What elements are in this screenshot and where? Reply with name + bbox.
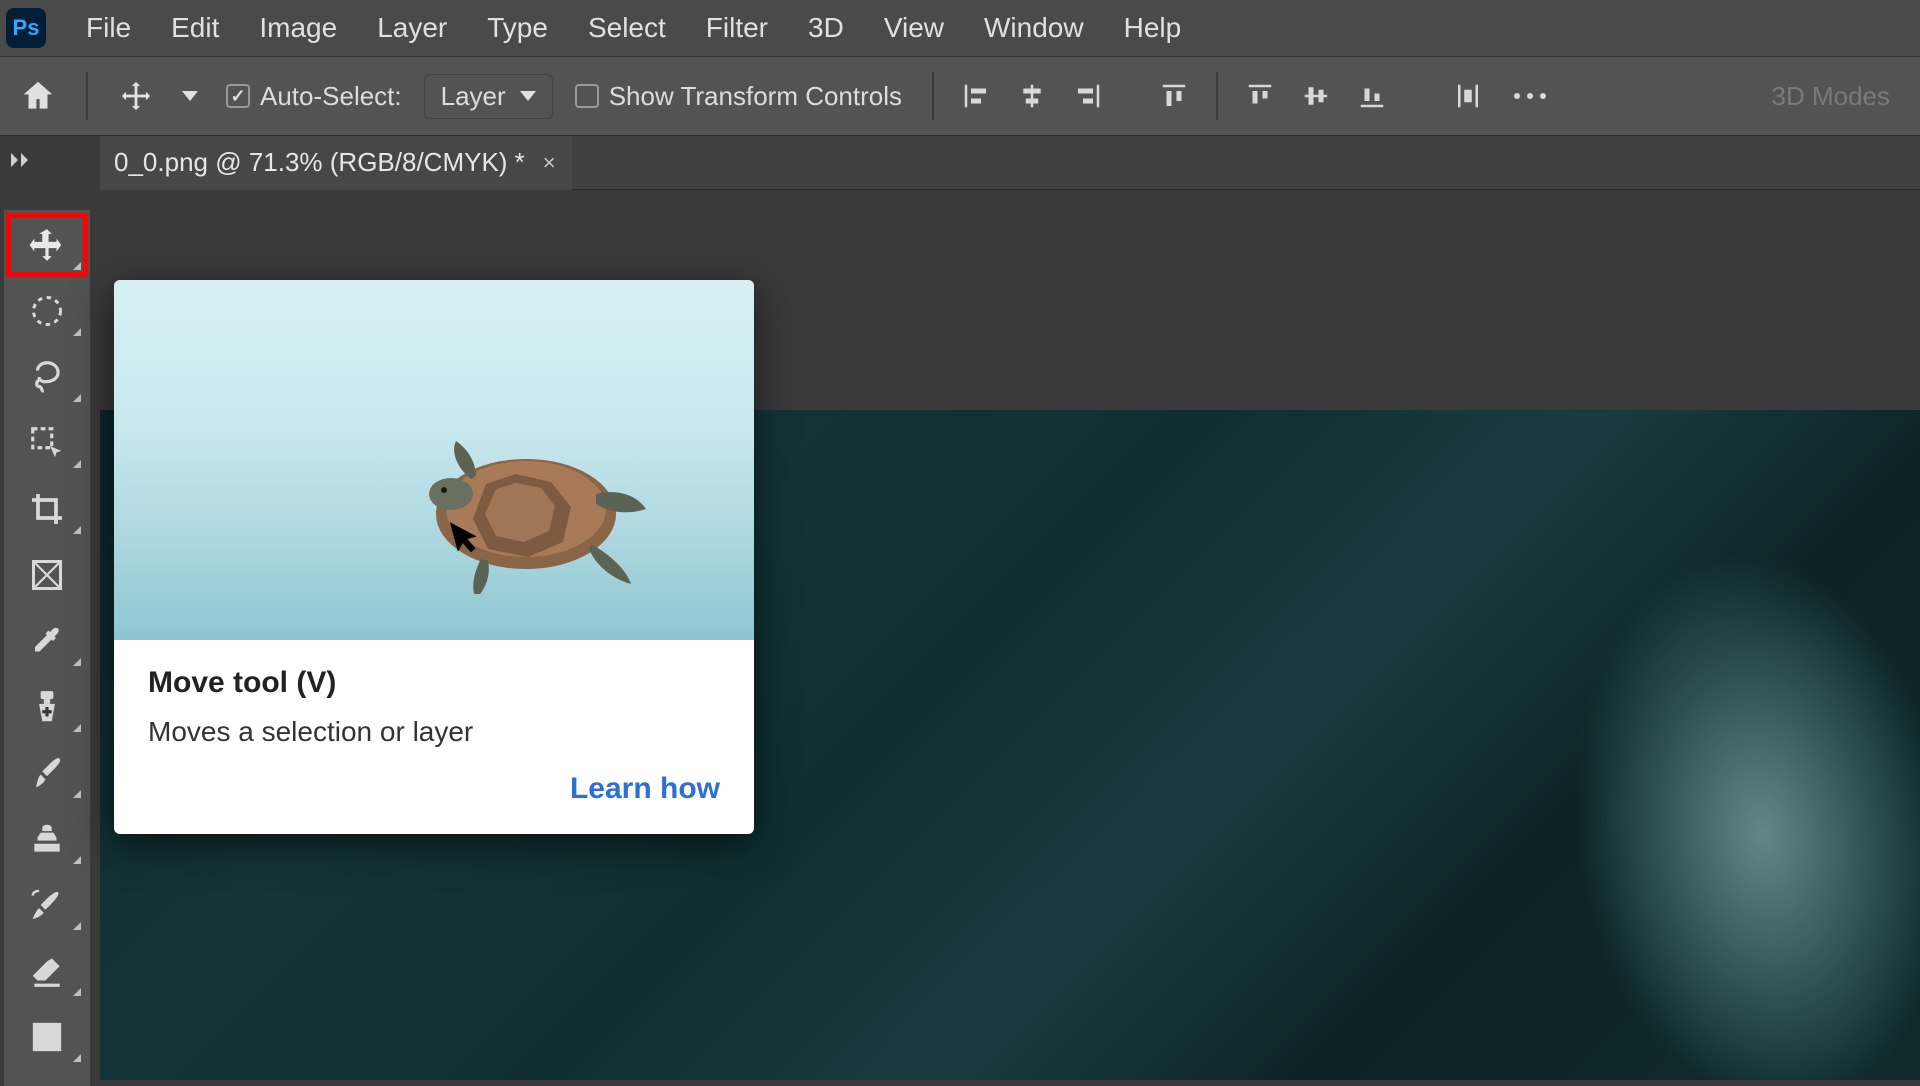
tool-tooltip: Move tool (V) Moves a selection or layer… [114,280,754,834]
tool-flyout-indicator [73,922,81,930]
show-transform-label: Show Transform Controls [609,81,902,112]
tool-flyout-indicator [73,262,81,270]
auto-select-label: Auto-Select: [260,81,402,112]
auto-select-target-value: Layer [441,81,506,112]
divider [86,72,88,120]
tooltip-title: Move tool (V) [148,666,720,700]
tool-flyout-indicator [73,724,81,732]
divider [932,72,934,120]
auto-select-option: Auto-Select: [216,81,412,112]
menu-edit[interactable]: Edit [151,0,239,56]
tool-flyout-indicator [73,658,81,666]
tool-preset-button[interactable] [108,68,164,124]
menu-view[interactable]: View [864,0,964,56]
show-transform-checkbox[interactable] [575,84,599,108]
tool-flyout-indicator [73,790,81,798]
clone-stamp-tool[interactable] [9,810,85,868]
history-brush-tool[interactable] [9,876,85,934]
eyedropper-tool[interactable] [9,612,85,670]
align-top-edges-button[interactable] [1152,74,1196,118]
tool-flyout-indicator [73,460,81,468]
tool-flyout-indicator [73,1054,81,1062]
align-right-edges-button[interactable] [1066,74,1110,118]
menu-bar: Ps File Edit Image Layer Type Select Fil… [0,0,1920,56]
tooltip-preview-image [114,280,754,640]
distribute-bottom-button[interactable] [1350,74,1394,118]
3d-modes-label: 3D Modes [1772,81,1911,112]
document-tab-title: 0_0.png @ 71.3% (RGB/8/CMYK) * [114,147,525,178]
healing-brush-tool[interactable] [9,678,85,736]
brush-tool[interactable] [9,744,85,802]
align-left-edges-button[interactable] [954,74,998,118]
more-options-button[interactable] [1502,74,1558,118]
menu-window[interactable]: Window [964,0,1104,56]
gradient-tool[interactable] [9,1008,85,1066]
photoshop-logo-icon: Ps [6,8,46,48]
menu-file[interactable]: File [66,0,151,56]
distribute-horizontal-button[interactable] [1446,74,1490,118]
tool-preset-dropdown[interactable] [176,68,204,124]
image-content [1414,527,1920,1080]
eraser-tool[interactable] [9,942,85,1000]
menu-3d[interactable]: 3D [788,0,864,56]
tooltip-description: Moves a selection or layer [148,716,720,748]
marquee-tool[interactable] [9,282,85,340]
tool-flyout-indicator [73,988,81,996]
move-tool[interactable] [9,216,85,274]
menu-type[interactable]: Type [467,0,568,56]
distribute-top-button[interactable] [1238,74,1282,118]
auto-select-checkbox[interactable] [226,84,250,108]
document-tab[interactable]: 0_0.png @ 71.3% (RGB/8/CMYK) * × [100,136,572,190]
tool-flyout-indicator [73,526,81,534]
lasso-tool[interactable] [9,348,85,406]
document-tab-bar: 0_0.png @ 71.3% (RGB/8/CMYK) * × [100,136,1920,190]
tool-flyout-indicator [73,856,81,864]
expand-toolbar-button[interactable] [8,148,36,172]
quick-selection-tool[interactable] [9,414,85,472]
divider [1216,72,1218,120]
menu-layer[interactable]: Layer [357,0,467,56]
tooltip-body: Move tool (V) Moves a selection or layer… [114,640,754,834]
tool-flyout-indicator [73,328,81,336]
close-tab-button[interactable]: × [541,150,558,176]
turtle-illustration [396,424,656,594]
menu-help[interactable]: Help [1104,0,1202,56]
tooltip-learn-link[interactable]: Learn how [148,772,720,806]
distribute-vertical-centers-button[interactable] [1294,74,1338,118]
show-transform-option: Show Transform Controls [565,81,912,112]
auto-select-target-dropdown[interactable]: Layer [424,74,553,119]
home-button[interactable] [10,68,66,124]
options-bar: Auto-Select: Layer Show Transform Contro… [0,56,1920,136]
menu-image[interactable]: Image [239,0,357,56]
menu-select[interactable]: Select [568,0,686,56]
align-horizontal-centers-button[interactable] [1010,74,1054,118]
tool-palette [4,210,90,1086]
frame-tool[interactable] [9,546,85,604]
crop-tool[interactable] [9,480,85,538]
menu-filter[interactable]: Filter [686,0,788,56]
tool-flyout-indicator [73,394,81,402]
